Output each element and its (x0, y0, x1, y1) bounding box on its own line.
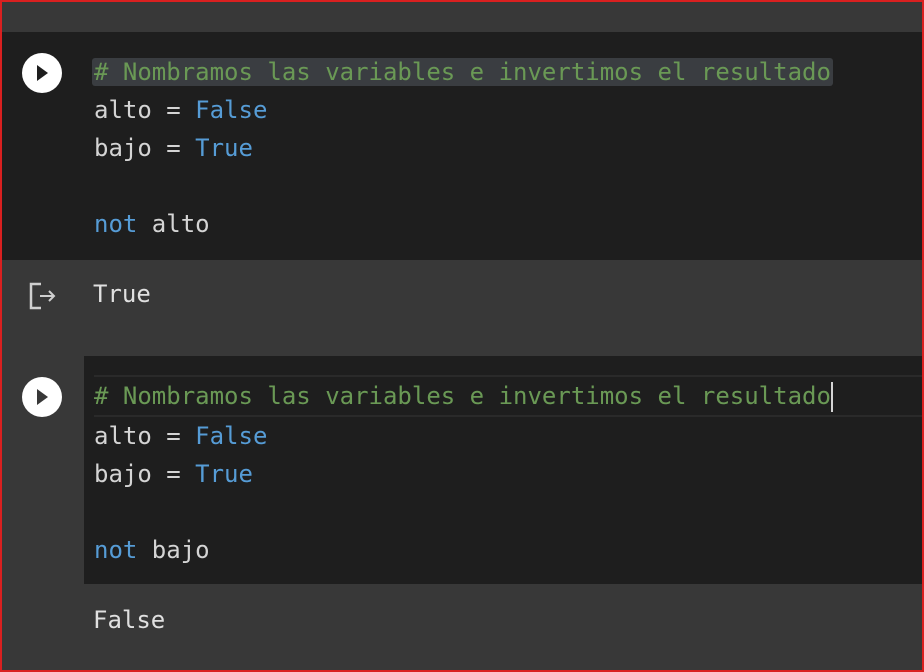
run-cell-button[interactable] (22, 53, 62, 93)
run-cell-button[interactable] (22, 377, 62, 417)
code-comment: # Nombramos las variables e invertimos e… (94, 382, 831, 410)
code-cell-2[interactable]: # Nombramos las variables e invertimos e… (2, 356, 922, 670)
cell-output: True (2, 260, 922, 356)
code-cell-1[interactable]: # Nombramos las variables e invertimos e… (2, 32, 922, 356)
assign-operator: = (151, 134, 196, 162)
code-lines[interactable]: # Nombramos las variables e invertimos e… (92, 53, 922, 243)
code-lines[interactable]: # Nombramos las variables e invertimos e… (94, 375, 922, 569)
variable-name: alto (137, 210, 210, 238)
assign-operator: = (151, 422, 196, 450)
output-redirect-icon[interactable] (28, 282, 58, 310)
variable-name: bajo (94, 460, 152, 488)
variable-name: alto (94, 422, 152, 450)
cell-output: False (2, 584, 922, 670)
variable-name: bajo (137, 536, 210, 564)
bool-literal: True (195, 460, 253, 488)
code-editor[interactable]: # Nombramos las variables e invertimos e… (2, 356, 922, 584)
variable-name: alto (94, 96, 152, 124)
cell-gutter (2, 32, 84, 260)
bool-literal: True (195, 134, 253, 162)
play-icon (37, 389, 48, 405)
bool-literal: False (195, 96, 268, 124)
not-keyword: not (94, 210, 138, 238)
top-cell-divider (2, 2, 922, 32)
assign-operator: = (151, 96, 196, 124)
assign-operator: = (151, 460, 196, 488)
variable-name: bajo (94, 134, 152, 162)
bool-literal: False (195, 422, 268, 450)
output-text: False (93, 606, 166, 634)
play-icon (37, 65, 48, 81)
notebook-frame: # Nombramos las variables e invertimos e… (0, 0, 924, 672)
not-keyword: not (94, 536, 138, 564)
text-cursor (830, 382, 833, 412)
code-editor[interactable]: # Nombramos las variables e invertimos e… (2, 32, 922, 260)
code-comment: # Nombramos las variables e invertimos e… (92, 58, 833, 86)
cell-gutter (2, 356, 84, 584)
output-text: True (93, 280, 151, 308)
